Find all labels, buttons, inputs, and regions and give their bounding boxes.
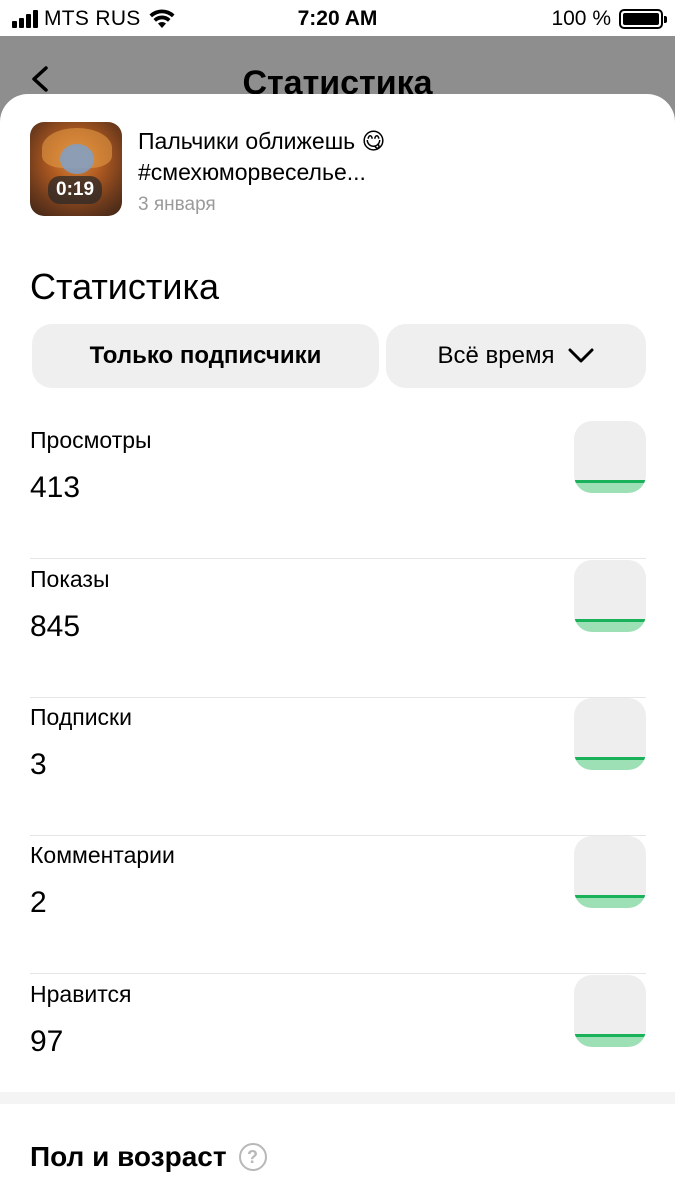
- metric-label: Нравится: [30, 981, 132, 1007]
- metric-label: Просмотры: [30, 427, 152, 453]
- subscribers-only-filter[interactable]: Только подписчики: [32, 324, 379, 388]
- video-title-line-2: #смехюморвеселье...: [138, 159, 366, 185]
- period-dropdown[interactable]: Всё время: [386, 324, 646, 388]
- battery-percent: 100 %: [551, 7, 611, 30]
- video-info[interactable]: 0:19 Пальчики оближешь 😋 #смехюморвесель…: [30, 122, 645, 218]
- metric-views[interactable]: Просмотры 413: [30, 421, 646, 559]
- statistics-title: Статистика: [30, 266, 220, 307]
- metric-sparkline: [574, 698, 646, 770]
- metric-value: 3: [30, 748, 47, 781]
- metric-subscriptions[interactable]: Подписки 3: [30, 698, 646, 836]
- status-right: 100 %: [551, 7, 667, 31]
- metric-value: 413: [30, 471, 81, 504]
- video-duration-badge: 0:19: [48, 176, 103, 204]
- metric-sparkline: [574, 975, 646, 1047]
- demographics-title: Пол и возраст ?: [30, 1141, 267, 1173]
- question-circle-icon[interactable]: ?: [238, 1143, 267, 1171]
- metric-label: Показы: [30, 566, 110, 592]
- video-title-line-1: Пальчики оближешь 😋: [138, 128, 386, 154]
- metric-label: Подписки: [30, 704, 132, 730]
- subscribers-only-label: Только подписчики: [89, 342, 322, 369]
- video-date: 3 января: [138, 194, 216, 215]
- metric-value: 845: [30, 610, 81, 643]
- metric-sparkline: [574, 421, 646, 493]
- status-bar: MTS RUS 7:20 AM 100 %: [0, 0, 675, 36]
- chevron-down-icon: [568, 348, 594, 363]
- metric-label: Комментарии: [30, 842, 175, 868]
- metric-value: 2: [30, 886, 47, 919]
- video-title: Пальчики оближешь 😋 #смехюморвеселье...: [138, 126, 608, 188]
- demographics-title-text: Пол и возраст: [30, 1141, 227, 1172]
- thumbnail-face: [60, 144, 94, 174]
- video-thumbnail[interactable]: 0:19: [30, 122, 122, 216]
- metric-sparkline: [574, 836, 646, 908]
- divider: [30, 973, 646, 974]
- statistics-sheet: 0:19 Пальчики оближешь 😋 #смехюморвесель…: [0, 94, 675, 1200]
- divider: [30, 558, 646, 559]
- battery-icon: [619, 9, 667, 29]
- section-separator: [0, 1092, 675, 1104]
- metric-comments[interactable]: Комментарии 2: [30, 836, 646, 974]
- metric-impressions[interactable]: Показы 845: [30, 560, 646, 698]
- metric-sparkline: [574, 560, 646, 632]
- period-label: Всё время: [437, 342, 555, 369]
- metric-value: 97: [30, 1025, 64, 1058]
